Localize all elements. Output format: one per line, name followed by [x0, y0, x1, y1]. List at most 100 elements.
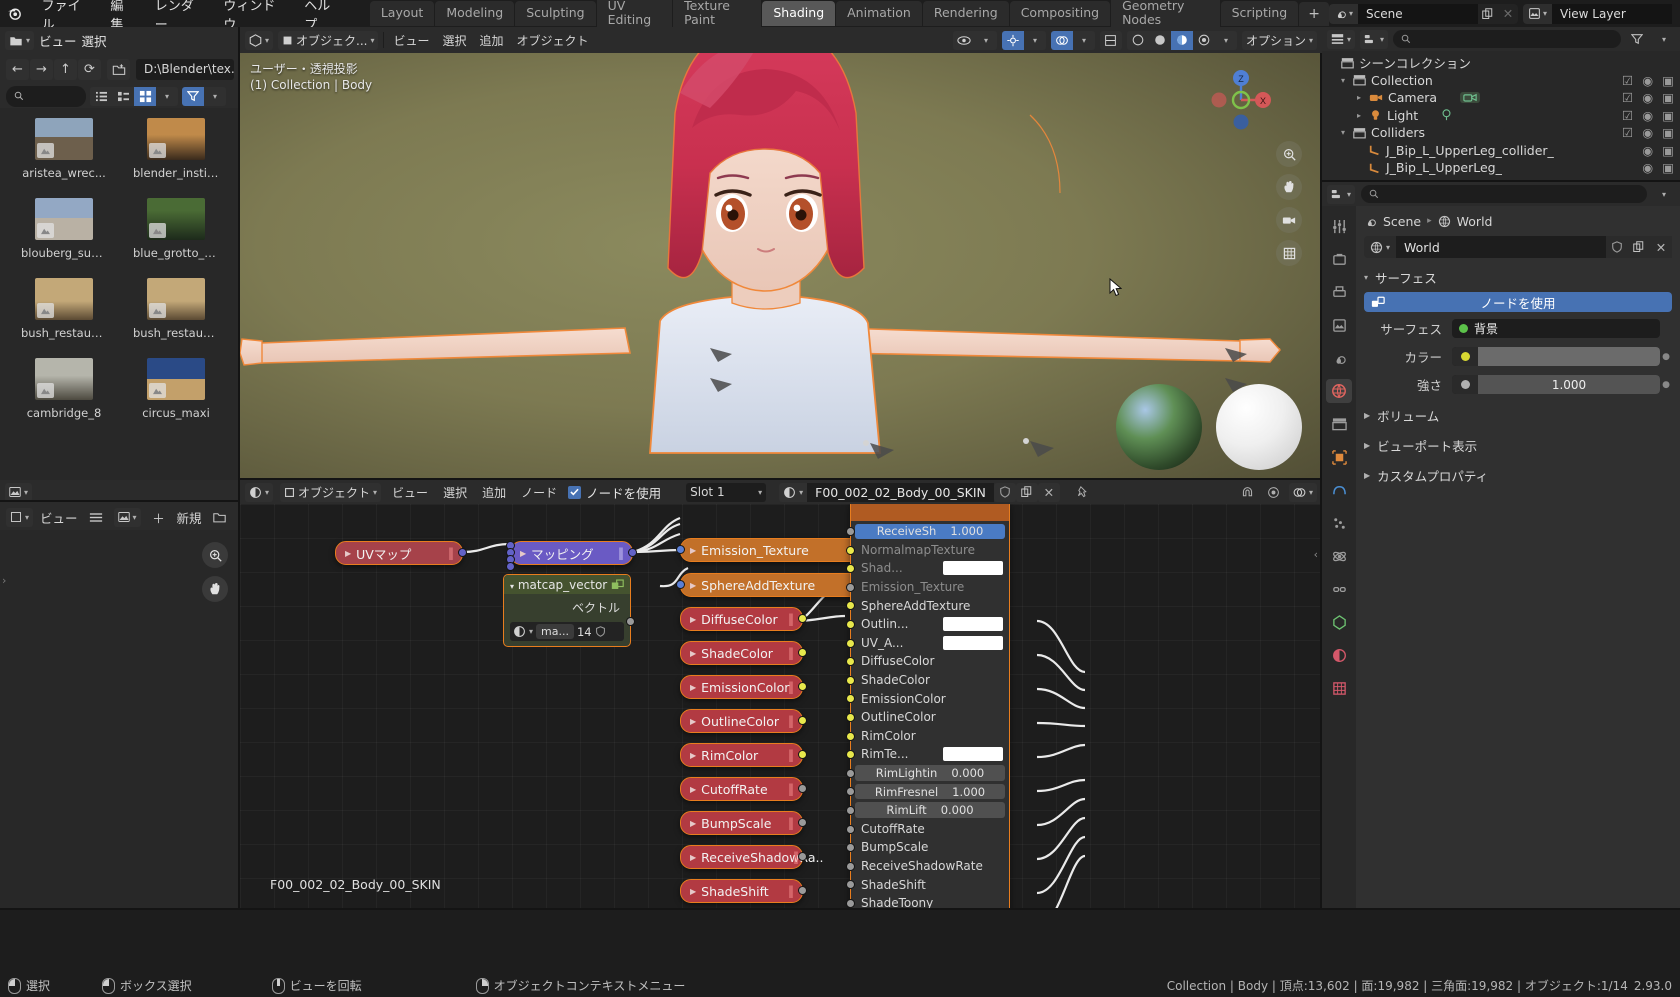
world-browse-button[interactable]: ▾: [1364, 236, 1396, 258]
hamburger-icon[interactable]: [85, 508, 107, 527]
solid-shading-icon[interactable]: [1149, 31, 1171, 50]
eye-icon[interactable]: ◉: [1642, 108, 1653, 123]
collapse-triangle-icon[interactable]: ▶: [690, 819, 696, 828]
node-output-socket[interactable]: [798, 784, 807, 793]
tab-sculpting[interactable]: Sculpting: [515, 1, 595, 26]
file-item[interactable]: blouberg_sunr...: [8, 198, 120, 260]
collapse-triangle-icon[interactable]: ▶: [690, 683, 696, 692]
file-item[interactable]: circus_maxi: [120, 358, 232, 420]
node-input-row[interactable]: RimTe...: [851, 745, 1009, 764]
node-input-row[interactable]: ShadeColor: [851, 671, 1009, 690]
gizmo-dropdown-icon[interactable]: ▾: [1024, 31, 1046, 50]
node-input-color-field[interactable]: [943, 747, 1003, 761]
view-layer-selector[interactable]: ▾ View Layer: [1523, 4, 1672, 24]
tab-animation[interactable]: Animation: [836, 1, 922, 26]
open-image-icon[interactable]: [209, 508, 231, 527]
node-receive-shadow-rate[interactable]: ▶ ReceiveShadowRa.. ‖: [680, 845, 803, 869]
eye-icon[interactable]: ◉: [1642, 125, 1653, 140]
light-data-icon[interactable]: [1441, 109, 1452, 121]
node-input-row[interactable]: BumpScale: [851, 838, 1009, 857]
scene-selector[interactable]: ▾ Scene ✕: [1329, 4, 1518, 24]
property-animate-icon[interactable]: ●: [1660, 352, 1672, 362]
node-input-row[interactable]: Emission_Texture: [851, 578, 1009, 597]
node-output-socket[interactable]: [798, 852, 807, 861]
tab-scripting[interactable]: Scripting: [1221, 1, 1299, 26]
node-uv-map[interactable]: ▶ UVマップ ‖: [335, 541, 463, 565]
image-sidebar-toggle-icon[interactable]: ›: [2, 574, 6, 587]
thumbnail-view-icon[interactable]: [134, 87, 156, 106]
blender-logo-icon[interactable]: [0, 0, 29, 27]
camera-data-icon[interactable]: [1460, 92, 1480, 103]
node-shader-type-dropdown[interactable]: オブジェクト ▾: [280, 483, 381, 502]
node-emission-color[interactable]: ▶ EmissionColor ‖: [680, 675, 803, 699]
scene-icon[interactable]: ▾: [1329, 4, 1358, 24]
tab-texture[interactable]: [1326, 676, 1352, 700]
fake-user-shield-icon[interactable]: [1606, 236, 1628, 258]
node-input-row[interactable]: RimLightin 0.000: [851, 764, 1009, 783]
image-editor-type-button[interactable]: ▾: [5, 483, 32, 502]
expand-triangle-icon[interactable]: ▾: [510, 582, 514, 591]
editor-divider-horizontal[interactable]: [238, 478, 1322, 480]
file-item[interactable]: blender_instit...: [120, 118, 232, 180]
node-input-row[interactable]: CutoffRate: [851, 820, 1009, 839]
disclosure-triangle-icon[interactable]: ▸: [1354, 111, 1364, 120]
detail-view-icon[interactable]: [112, 87, 134, 106]
camera-render-icon[interactable]: ▣: [1662, 90, 1674, 105]
node-shade-color[interactable]: ▶ ShadeColor ‖: [680, 641, 803, 665]
image-browse-button[interactable]: ▾: [114, 508, 141, 527]
file-item[interactable]: aristea_wrec...: [8, 118, 120, 180]
view-layer-icon[interactable]: ▾: [1523, 4, 1552, 24]
world-color-swatch[interactable]: [1478, 347, 1660, 366]
unlink-material-icon[interactable]: ✕: [1038, 483, 1060, 502]
file-path-field[interactable]: D:\Blender\tex...: [136, 59, 234, 80]
duplicate-world-icon[interactable]: [1628, 236, 1650, 258]
display-size-dropdown-icon[interactable]: ▾: [156, 87, 178, 106]
node-cutoff-rate[interactable]: ▶ CutoffRate ‖: [680, 777, 803, 801]
properties-options-dropdown-icon[interactable]: ▾: [1653, 185, 1675, 204]
material-name-field[interactable]: F00_002_02_Body_00_SKIN: [807, 483, 994, 502]
proportional-edit-icon[interactable]: [1263, 483, 1285, 502]
node-input-value-field[interactable]: ReceiveSh 1.000: [855, 524, 1005, 540]
outliner-tree[interactable]: シーンコレクション ▾ Collection ☑ ◉ ▣ ▸ Camera: [1322, 51, 1680, 177]
material-browse-icon[interactable]: ▾: [779, 483, 807, 502]
collapse-triangle-icon[interactable]: ▶: [690, 887, 696, 896]
node-canvas[interactable]: ▶ UVマップ ‖ ▶ マッピング ‖: [240, 504, 1322, 910]
node-input-value-field[interactable]: RimLightin 0.000: [855, 765, 1005, 781]
checkbox-icon[interactable]: ☑: [1622, 125, 1633, 140]
node-input-socket[interactable]: [846, 769, 855, 778]
node-output-socket[interactable]: [628, 548, 637, 557]
pin-icon[interactable]: [1072, 483, 1094, 502]
node-input-row[interactable]: EmissionColor: [851, 689, 1009, 708]
node-input-value-field[interactable]: RimLift 0.000: [855, 802, 1005, 818]
node-input-row[interactable]: DiffuseColor: [851, 652, 1009, 671]
tab-rendering[interactable]: Rendering: [923, 1, 1009, 26]
file-item[interactable]: bush_restaura...: [120, 278, 232, 340]
node-rim-color[interactable]: ▶ RimColor ‖: [680, 743, 803, 767]
node-input-socket[interactable]: [846, 750, 855, 759]
filter-options-icon[interactable]: ▾: [204, 87, 226, 106]
gizmo-icon[interactable]: [1002, 31, 1024, 50]
node-input-socket[interactable]: [846, 862, 855, 871]
node-input-socket[interactable]: [846, 806, 855, 815]
tab-constraints[interactable]: [1326, 577, 1352, 601]
zoom-icon[interactable]: [1276, 141, 1302, 167]
checkbox-icon[interactable]: ☑: [1622, 90, 1633, 105]
add-image-icon[interactable]: ＋: [148, 508, 170, 527]
collapse-triangle-icon[interactable]: ▶: [690, 615, 696, 624]
node-output-socket[interactable]: [798, 648, 807, 657]
unlink-world-icon[interactable]: ✕: [1650, 236, 1672, 258]
material-preview-icon[interactable]: [1171, 31, 1193, 50]
node-group-output-socket[interactable]: [626, 617, 635, 626]
material-slot-dropdown[interactable]: Slot 1 ▾: [686, 483, 766, 502]
disclosure-triangle-icon[interactable]: ▶: [1364, 411, 1370, 420]
node-input-socket[interactable]: [846, 657, 855, 666]
eye-icon[interactable]: [953, 31, 975, 50]
panel-header-volume[interactable]: ▶ ボリューム: [1364, 404, 1672, 426]
tab-object[interactable]: [1326, 445, 1352, 469]
collapse-triangle-icon[interactable]: ▶: [690, 581, 696, 590]
camera-render-icon[interactable]: ▣: [1662, 143, 1674, 158]
disclosure-triangle-icon[interactable]: ▾: [1338, 76, 1348, 85]
navigation-gizmo[interactable]: Z X: [1210, 69, 1272, 131]
disclosure-triangle-icon[interactable]: ▾: [1338, 128, 1348, 137]
zoom-icon[interactable]: [202, 542, 228, 568]
